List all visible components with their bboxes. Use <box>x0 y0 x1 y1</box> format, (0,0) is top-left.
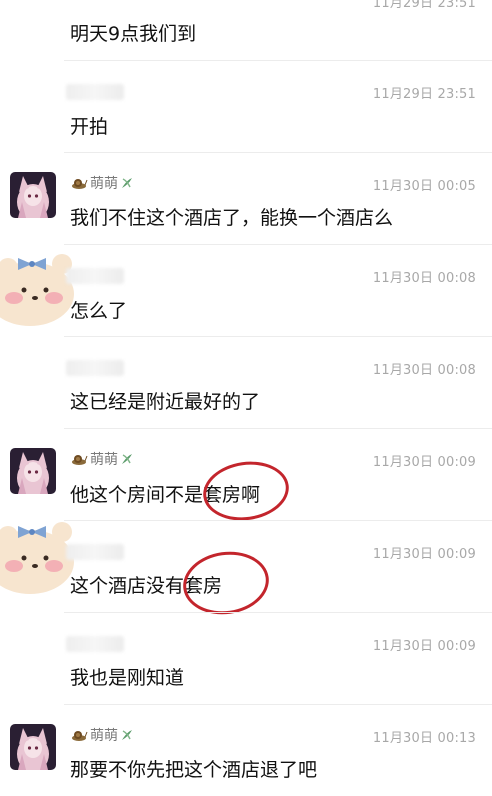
message-text[interactable]: 怎么了 <box>70 296 127 323</box>
sender-name-row[interactable]: 萌萌 <box>72 173 134 193</box>
message-text[interactable]: 开拍 <box>70 112 108 139</box>
avatar[interactable] <box>10 448 56 494</box>
message-text[interactable]: 明天9点我们到 <box>70 19 196 46</box>
bear-avatar-icon[interactable] <box>0 248 76 328</box>
avatar[interactable] <box>10 724 56 770</box>
blurred-sender-name <box>66 636 124 652</box>
annotation-circle <box>199 456 293 526</box>
anime-girl-avatar-icon <box>10 448 56 494</box>
anime-girl-avatar-icon <box>10 172 56 218</box>
message-time: 11月30日 00:09 <box>372 547 476 562</box>
bamboo-leaf-icon <box>122 178 132 188</box>
message-text[interactable]: 那要不你先把这个酒店退了吧 <box>70 755 317 782</box>
message-time: 11月30日 00:09 <box>372 639 476 654</box>
message-time: 11月30日 00:08 <box>372 271 476 286</box>
divider <box>64 60 492 61</box>
message-time: 11月30日 00:05 <box>372 179 476 194</box>
divider <box>64 704 492 705</box>
bear-avatar-icon[interactable] <box>0 516 76 596</box>
sender-name: 萌萌 <box>90 728 118 744</box>
message-time: 11月29日 23:51 <box>372 0 476 11</box>
divider <box>64 520 492 521</box>
bamboo-leaf-icon <box>122 730 132 740</box>
message-text[interactable]: 我也是刚知道 <box>70 663 184 690</box>
bamboo-leaf-icon <box>122 454 132 464</box>
snail-icon <box>72 455 88 465</box>
sender-name-row[interactable]: 萌萌 <box>72 725 134 745</box>
blurred-sender-name <box>66 268 124 284</box>
snail-icon <box>72 731 88 741</box>
divider <box>64 152 492 153</box>
message-time: 11月29日 23:51 <box>372 87 476 102</box>
blurred-sender-name <box>66 544 124 560</box>
message-time: 11月30日 00:08 <box>372 363 476 378</box>
divider <box>64 244 492 245</box>
sender-name: 萌萌 <box>90 176 118 192</box>
divider <box>64 428 492 429</box>
sender-name: 萌萌 <box>90 452 118 468</box>
avatar[interactable] <box>10 172 56 218</box>
divider <box>64 336 492 337</box>
snail-icon <box>72 179 88 189</box>
blurred-sender-name <box>66 84 124 100</box>
annotation-circle <box>179 546 273 620</box>
message-text[interactable]: 这已经是附近最好的了 <box>70 387 260 414</box>
blurred-sender-name <box>66 360 124 376</box>
sender-name-row[interactable]: 萌萌 <box>72 449 134 469</box>
message-time: 11月30日 00:13 <box>372 731 476 746</box>
anime-girl-avatar-icon <box>10 724 56 770</box>
divider <box>64 612 492 613</box>
message-text[interactable]: 我们不住这个酒店了，能换一个酒店么 <box>70 203 393 230</box>
message-time: 11月30日 00:09 <box>372 455 476 470</box>
